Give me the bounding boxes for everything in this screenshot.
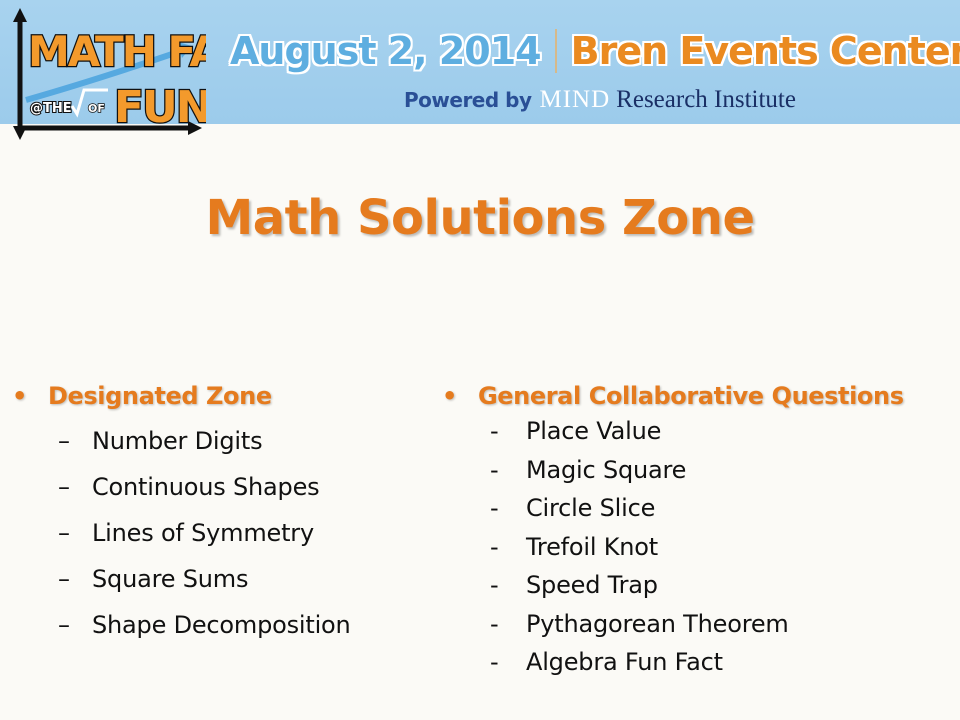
list-item: - Algebra Fun Fact [438, 643, 958, 682]
event-date-venue: August 2, 2014 Bren Events Center, UC Ir… [230, 20, 960, 82]
hyphen-marker: - [490, 609, 499, 638]
svg-text:FUN: FUN [114, 82, 206, 133]
date-separator [554, 29, 557, 73]
dash-marker: – [58, 427, 70, 455]
right-heading-text: General Collaborative Questions [478, 382, 904, 410]
powered-org-name: MIND [539, 86, 611, 113]
list-item-label: Number Digits [92, 427, 263, 455]
list-item-label: Circle Slice [526, 494, 656, 523]
list-item-label: Continuous Shapes [92, 473, 320, 501]
right-column: • General Collaborative Questions - Place… [438, 374, 958, 682]
list-item-label: Square Sums [92, 565, 249, 593]
designated-zone-list: – Number Digits – Continuous Shapes – Lines… [8, 418, 428, 648]
hyphen-marker: - [490, 417, 499, 446]
bullet-icon: • [442, 382, 457, 410]
list-item: - Trefoil Knot [438, 528, 958, 567]
dash-marker: – [58, 473, 70, 501]
dash-marker: – [58, 611, 70, 639]
left-column: • Designated Zone – Number Digits – Contin… [8, 374, 428, 648]
list-item: – Shape Decomposition [8, 602, 428, 648]
list-item-label: Trefoil Knot [526, 532, 658, 561]
left-heading: • Designated Zone [8, 374, 428, 418]
hyphen-marker: - [490, 648, 499, 677]
list-item: - Pythagorean Theorem [438, 605, 958, 644]
svg-text:@THE: @THE [30, 101, 72, 116]
math-fair-logo: MATH FAIR @THE OF FUN [13, 8, 206, 140]
list-item: – Lines of Symmetry [8, 510, 428, 556]
list-item-label: Magic Square [526, 455, 687, 484]
list-item: – Continuous Shapes [8, 464, 428, 510]
slide: MATH FAIR @THE OF FUN August 2, 2014 Bre… [0, 0, 960, 720]
list-item-label: Place Value [526, 417, 662, 446]
dash-marker: – [58, 565, 70, 593]
hyphen-marker: - [490, 532, 499, 561]
list-item-label: Lines of Symmetry [92, 519, 314, 547]
event-date: August 2, 2014 [230, 29, 542, 73]
hyphen-marker: - [490, 494, 499, 523]
powered-by-label: Powered by [404, 88, 532, 112]
bullet-icon: • [12, 382, 27, 410]
list-item: – Square Sums [8, 556, 428, 602]
list-item: - Magic Square [438, 451, 958, 490]
list-item-label: Algebra Fun Fact [526, 648, 723, 677]
header-banner: MATH FAIR @THE OF FUN August 2, 2014 Bre… [0, 0, 960, 140]
dash-marker: – [58, 519, 70, 547]
hyphen-marker: - [490, 455, 499, 484]
hyphen-marker: - [490, 571, 499, 600]
list-item-label: Pythagorean Theorem [526, 609, 789, 638]
list-item: - Place Value [438, 412, 958, 451]
collaborative-questions-list: - Place Value - Magic Square - Circle Slice… [438, 412, 958, 682]
list-item: – Number Digits [8, 418, 428, 464]
event-venue: Bren Events Center, UC Irvine [570, 29, 960, 73]
list-item: - Circle Slice [438, 489, 958, 528]
slide-title: Math Solutions Zone [205, 190, 756, 246]
list-item-label: Shape Decomposition [92, 611, 351, 639]
powered-by-line: Powered by MIND Research Institute [404, 86, 796, 114]
svg-text:OF: OF [88, 102, 105, 115]
svg-text:MATH FAIR: MATH FAIR [28, 27, 206, 76]
list-item: - Speed Trap [438, 566, 958, 605]
list-item-label: Speed Trap [526, 571, 658, 600]
left-heading-text: Designated Zone [48, 382, 272, 410]
powered-org-suffix: Research Institute [616, 86, 796, 113]
